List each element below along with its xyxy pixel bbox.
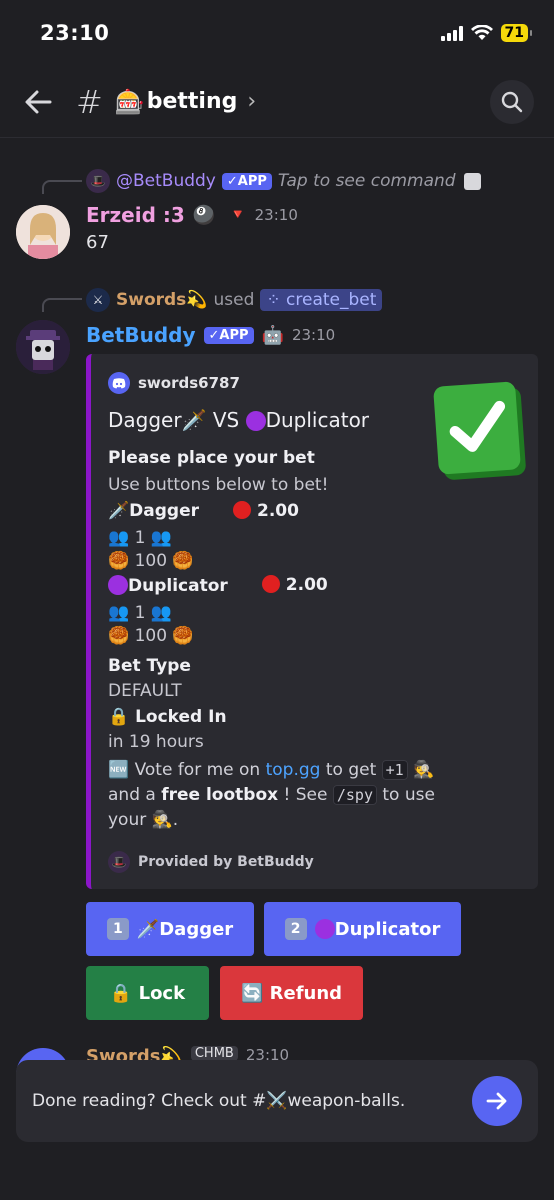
red-circle-icon [261, 575, 280, 593]
spy-command[interactable]: /spy [332, 785, 377, 805]
timestamp: 23:10 [291, 326, 336, 344]
avatar: 🎩 [86, 169, 110, 193]
reply-app-name: @BetBuddy [116, 171, 216, 191]
option-1-odds: 2.00 [233, 501, 299, 521]
option-1-name: 🗡️Dagger [108, 501, 200, 521]
keycap-2-icon: 2 [284, 918, 307, 940]
red-circle-icon [233, 501, 252, 519]
status-bar: 23:10 71 [0, 0, 554, 66]
option-1-users: 👥 1 👥 [108, 528, 172, 548]
embed-footer: 🎩 Provided by BetBuddy [108, 851, 522, 873]
button-label: 🗡️Dagger [136, 918, 234, 940]
avatar: ⚔ [86, 288, 110, 312]
back-arrow-icon[interactable] [22, 85, 56, 119]
bot-avatar-icon [16, 320, 70, 374]
footer-text: Provided by BetBuddy [138, 854, 314, 870]
go-button[interactable] [472, 1076, 522, 1126]
bet-embed: swords6787 Dagger🗡️ VS Duplicator Please… [86, 354, 538, 889]
message: Erzeid :3 🎱 🔻 23:10 67 [86, 200, 298, 253]
status-time: 23:10 [40, 21, 110, 45]
option-2-pool: 🥮 100 🥮 [108, 626, 194, 646]
option-1-pool: 🥮 100 🥮 [108, 551, 194, 571]
command-icon [463, 172, 481, 190]
message-header: BetBuddy ✓APP 🤖 23:10 [86, 320, 335, 350]
prompt-text: Done reading? Check out #⚔️weapon-balls. [32, 1091, 406, 1111]
app-badge: ✓APP [221, 172, 272, 190]
timestamp: 23:10 [254, 206, 298, 224]
hash-icon: # [76, 82, 103, 121]
embed-author-name: swords6787 [138, 374, 240, 392]
title-option-1: Dagger🗡️ [108, 408, 207, 432]
status-icons: 71 [440, 24, 533, 42]
promo-text: 🆕 Vote for me on top.gg to get +1 🕵️ and… [108, 760, 435, 830]
search-icon [501, 91, 523, 112]
arrow-right-icon [486, 1092, 507, 1110]
top-gg-link[interactable]: top.gg [266, 760, 321, 780]
channel-header: # 🎰 betting › [0, 66, 554, 138]
checkmark-thumbnail [433, 381, 521, 475]
battery-icon: 71 [500, 24, 533, 42]
option-2-odds: 2.00 [261, 575, 328, 596]
bet-duplicator-button[interactable]: 2 Duplicator [264, 902, 461, 956]
avatar[interactable] [16, 205, 70, 259]
button-label: 🔄 Refund [240, 982, 343, 1004]
purple-circle-icon [245, 411, 266, 431]
dizzy-icon: 💫 [186, 290, 208, 310]
spy-icon: 🕵️. [151, 810, 179, 830]
new-icon: 🆕 [108, 760, 130, 780]
bot-footer-icon: 🎩 [108, 851, 130, 873]
checkmark-icon [449, 400, 506, 452]
chevron-right-icon[interactable]: › [247, 89, 256, 114]
title-vs: VS [212, 408, 240, 432]
bet-dagger-button[interactable]: 1 🗡️Dagger [86, 902, 254, 956]
robot-icon: 🤖 [261, 324, 284, 346]
wifi-icon [470, 25, 493, 40]
option-2-users: 👥 1 👥 [108, 603, 172, 623]
refund-button[interactable]: 🔄 Refund [220, 966, 363, 1020]
reply-hint: Tap to see command [277, 171, 456, 191]
message-text: 67 [86, 232, 109, 253]
search-button[interactable] [490, 79, 534, 124]
author-name[interactable]: Erzeid :3 [86, 203, 185, 227]
channel-emoji: 🎰 [114, 87, 145, 116]
option-row: Duplicator 2.00 [108, 575, 522, 596]
eight-ball-icon: 🎱 [192, 204, 216, 226]
purple-circle-icon [314, 918, 335, 939]
purple-circle-icon [108, 575, 128, 595]
lock-button[interactable]: 🔒 Lock [86, 966, 209, 1020]
command-mention[interactable]: ⁘ create_bet [260, 289, 383, 311]
user-avatar-icon [16, 205, 70, 259]
button-label: 🔒 Lock [109, 982, 186, 1004]
app-badge: ✓APP [203, 326, 254, 344]
reply-preview[interactable]: ⚔ Swords 💫 used ⁘ create_bet [86, 285, 383, 315]
discord-icon [108, 372, 130, 394]
role-badge: CHMB [190, 1046, 238, 1061]
option-row: 🗡️Dagger 2.00 [108, 501, 522, 521]
option-2-name: Duplicator [108, 575, 228, 596]
signal-icon [440, 25, 463, 41]
field-value: Use buttons below to bet! [108, 475, 329, 495]
locked-in-value: in 19 hours [108, 732, 204, 752]
button-label: Duplicator [334, 918, 441, 940]
author-name[interactable]: BetBuddy [86, 323, 196, 347]
keycap-1-icon: 1 [106, 918, 129, 940]
reply-user: Swords [116, 290, 187, 310]
title-option-2: Duplicator [265, 408, 370, 432]
channel-name[interactable]: betting [147, 89, 238, 114]
bet-type-label: Bet Type [108, 656, 191, 676]
avatar[interactable] [16, 320, 70, 374]
bet-type-value: DEFAULT [108, 681, 182, 701]
used-text: used [213, 290, 255, 310]
role-icon: 🔻 [229, 207, 247, 223]
spy-icon: 🕵️ [413, 760, 435, 780]
next-channel-prompt[interactable]: Done reading? Check out #⚔️weapon-balls. [16, 1060, 538, 1142]
locked-in-label: 🔒 Locked In [108, 707, 227, 727]
reply-preview[interactable]: 🎩 @BetBuddy ✓APP Tap to see command [86, 166, 481, 196]
command-name: create_bet [286, 290, 377, 310]
